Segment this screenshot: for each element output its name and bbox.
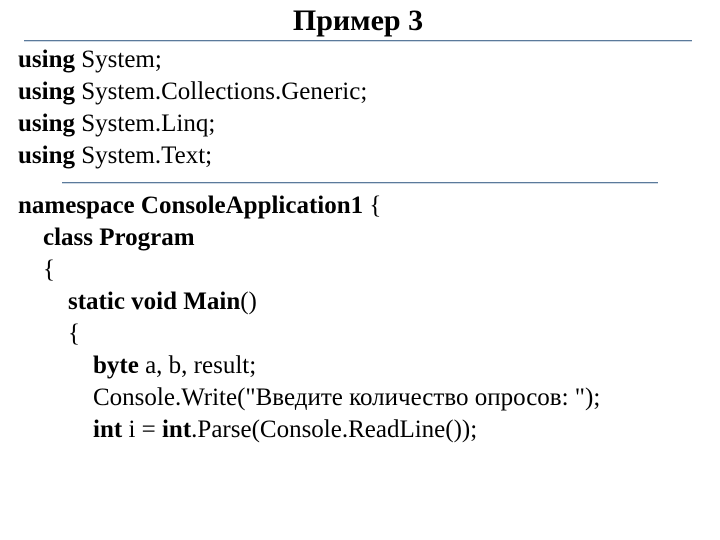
code-text: a, b, result;: [139, 352, 256, 379]
kw-using-2: using: [18, 78, 75, 105]
code-text: {: [18, 320, 80, 347]
kw-class: class Program: [43, 224, 195, 251]
code-text: .Parse(Console.ReadLine());: [191, 416, 477, 443]
kw-namespace: namespace ConsoleApplication1: [18, 192, 363, 219]
kw-using-4: using: [18, 142, 75, 169]
code-block-2: namespace ConsoleApplication1 { class Pr…: [18, 190, 698, 446]
code-text: System.Collections.Generic;: [75, 78, 367, 105]
kw-int-2: int: [162, 416, 191, 443]
kw-using-3: using: [18, 110, 75, 137]
kw-using-1: using: [18, 46, 75, 73]
code-text: System.Linq;: [75, 110, 215, 137]
code-text: {: [363, 192, 381, 219]
slide-title: Пример 3: [18, 4, 698, 38]
code-text: i =: [122, 416, 162, 443]
kw-byte: byte: [93, 352, 139, 379]
kw-int-1: int: [93, 416, 122, 443]
kw-main: static void Main: [68, 288, 240, 315]
code-text: System;: [75, 46, 162, 73]
code-block: using System; using System.Collections.G…: [18, 44, 698, 172]
section-divider: [62, 182, 658, 184]
slide: Пример 3 using System; using System.Coll…: [0, 0, 720, 540]
title-divider: [24, 40, 692, 42]
code-text: (): [240, 288, 257, 315]
code-text: System.Text;: [75, 142, 212, 169]
code-text: Console.Write("Введите количество опросо…: [18, 384, 600, 411]
code-text: {: [18, 256, 55, 283]
